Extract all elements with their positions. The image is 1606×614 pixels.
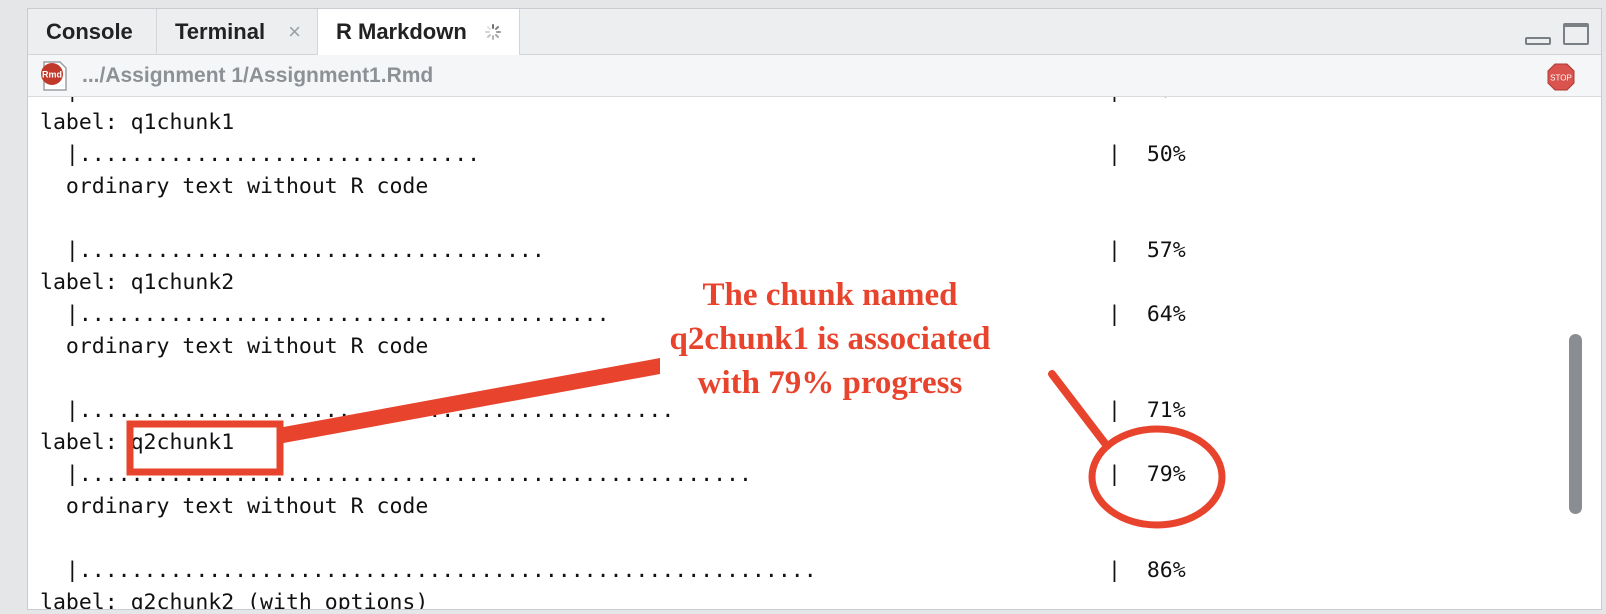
arrow-line-left xyxy=(278,358,660,444)
callout-line-1: The chunk named xyxy=(702,277,958,313)
callout-line-3: with 79% progress xyxy=(697,365,963,401)
annotation-callout: The chunk named q2chunk1 is associated w… xyxy=(630,273,1030,405)
highlight-circle xyxy=(1088,425,1226,529)
highlight-box xyxy=(126,420,284,476)
arrow-line-right xyxy=(1048,370,1111,450)
callout-line-2: q2chunk1 is associated xyxy=(669,321,991,357)
